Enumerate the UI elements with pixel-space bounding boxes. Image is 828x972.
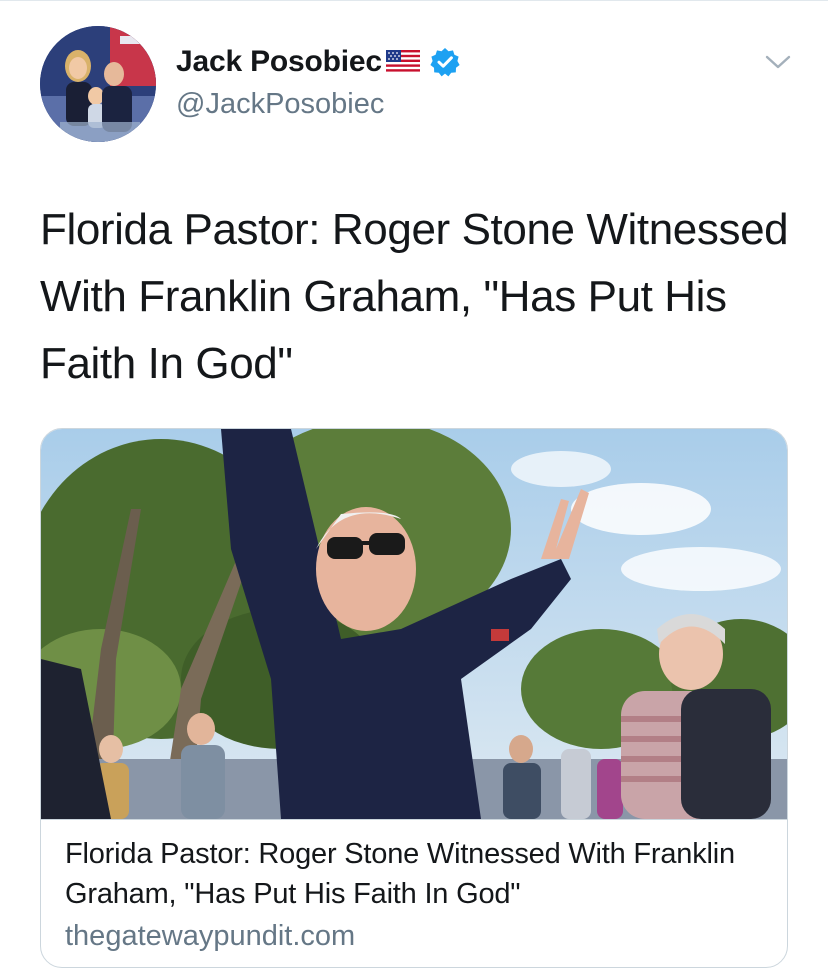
top-divider <box>0 0 828 1</box>
us-flag-icon <box>385 50 420 74</box>
author-handle[interactable]: @JackPosobiec <box>176 88 384 121</box>
link-card[interactable]: Florida Pastor: Roger Stone Witnessed Wi… <box>40 428 788 968</box>
tweet-text: Florida Pastor: Roger Stone Witnessed Wi… <box>40 205 789 388</box>
chevron-down-icon[interactable] <box>764 52 792 72</box>
card-image <box>41 429 787 819</box>
verified-badge-icon <box>430 47 460 77</box>
author-name-row: Jack Posobiec <box>176 42 460 82</box>
avatar-photo <box>40 26 156 142</box>
author-display-name[interactable]: Jack Posobiec <box>176 45 382 79</box>
card-title: Florida Pastor: Roger Stone Witnessed Wi… <box>65 838 735 910</box>
card-domain: thegatewaypundit.com <box>65 920 356 952</box>
avatar[interactable] <box>40 26 156 142</box>
card-body: Florida Pastor: Roger Stone Witnessed Wi… <box>41 819 787 967</box>
